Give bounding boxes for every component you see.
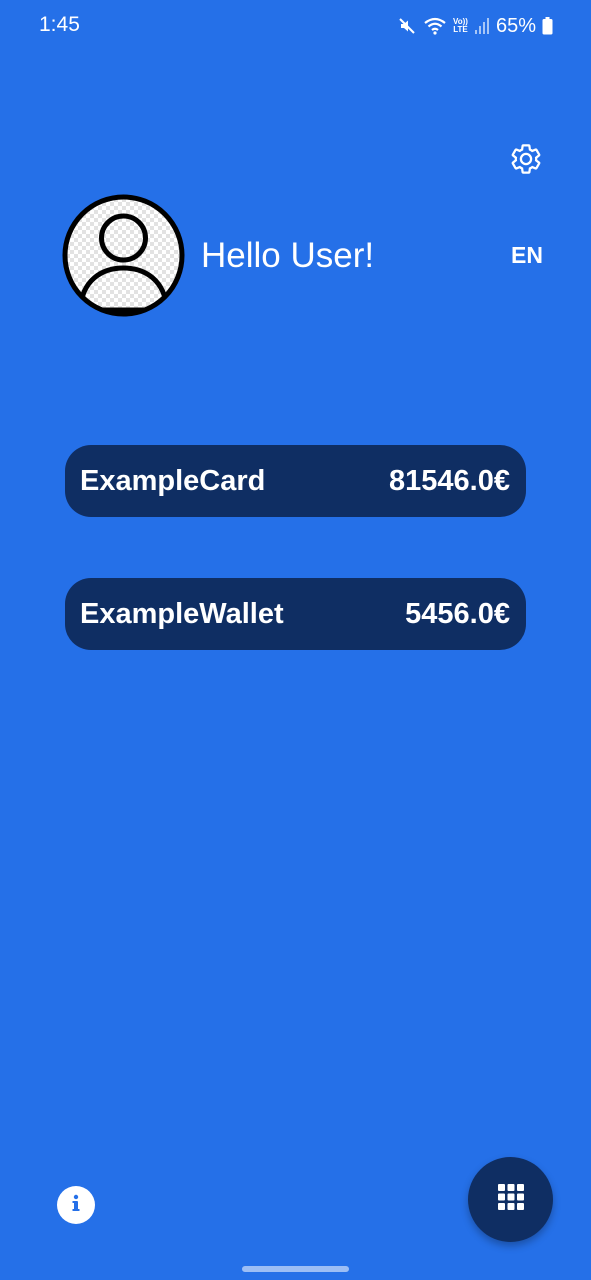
grid-menu-button[interactable] — [468, 1157, 553, 1242]
battery-icon — [542, 17, 553, 35]
volte-bottom-label: LTE — [453, 25, 468, 34]
account-item-wallet[interactable]: ExampleWallet 5456.0€ — [65, 578, 526, 650]
account-name: ExampleCard — [80, 464, 266, 497]
greeting-text: Hello User! — [201, 236, 375, 275]
language-button[interactable]: EN — [498, 238, 556, 272]
account-name: ExampleWallet — [80, 597, 284, 630]
grid-menu-icon — [497, 1183, 525, 1216]
user-avatar-icon — [62, 194, 185, 321]
battery-percent: 65% — [495, 14, 536, 37]
settings-button[interactable] — [507, 142, 545, 180]
status-bar: 1:45 Vo)) LTE 65% — [0, 0, 591, 52]
home-indicator[interactable] — [242, 1266, 349, 1272]
wifi-icon — [423, 16, 447, 36]
info-icon — [65, 1192, 87, 1219]
mute-icon — [397, 16, 417, 36]
status-icons: Vo)) LTE 65% — [397, 13, 553, 39]
signal-icon — [474, 17, 490, 35]
gear-icon — [509, 142, 543, 181]
volte-icon: Vo)) LTE — [453, 18, 468, 34]
account-balance: 5456.0€ — [405, 597, 510, 630]
info-button[interactable] — [57, 1186, 95, 1224]
avatar[interactable] — [62, 194, 185, 317]
account-balance: 81546.0€ — [389, 464, 510, 497]
status-time: 1:45 — [39, 13, 80, 36]
account-item-card[interactable]: ExampleCard 81546.0€ — [65, 445, 526, 517]
